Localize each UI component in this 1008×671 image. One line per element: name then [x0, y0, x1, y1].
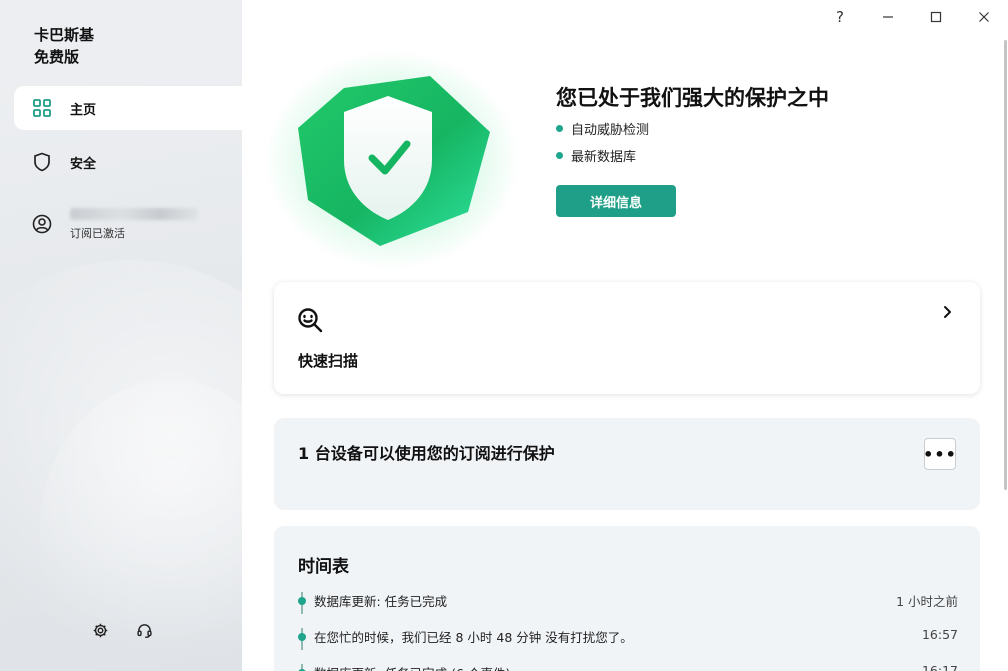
scrollbar[interactable] [1004, 40, 1007, 490]
help-button[interactable]: ? [816, 0, 864, 34]
brand-header: 卡巴斯基 免费版 [0, 0, 242, 84]
timeline-dot-icon [298, 633, 306, 641]
shield-icon [32, 152, 52, 172]
subscription-status: 订阅已激活 [70, 226, 125, 240]
feature-label: 自动威胁检测 [571, 123, 650, 138]
brand-name: 卡巴斯基 [34, 26, 95, 44]
sidebar-item-security[interactable]: 安全 [14, 140, 242, 184]
event-text: 在您忙的时候，我们已经 8 小时 48 分钟 没有打扰您了。 [314, 630, 633, 645]
sidebar: 卡巴斯基 免费版 主页 安全 订阅已激活 [0, 0, 242, 671]
event-text: 数据库更新: 任务已完成 (6 个事件) [314, 663, 510, 671]
timeline-item[interactable]: 数据库更新: 任务已完成 1 小时之前 [298, 590, 958, 626]
more-options-button[interactable]: ••• [923, 438, 956, 470]
protection-features: 自动威胁检测 最新数据库 [556, 120, 649, 174]
protection-status-title: 您已处于我们强大的保护之中 [556, 86, 829, 110]
event-time: 1 小时之前 [896, 594, 958, 609]
status-dot-icon [556, 152, 563, 159]
schedule-title: 时间表 [298, 557, 349, 577]
brand-edition: 免费版 [34, 48, 80, 66]
event-time: 16:57 [921, 627, 958, 642]
devices-card: 1 台设备可以使用您的订阅进行保护 ••• [274, 418, 980, 510]
protection-shield-icon [262, 40, 532, 270]
sidebar-item-label: 主页 [70, 102, 97, 118]
quick-scan-label: 快速扫描 [298, 352, 359, 370]
feature-item: 自动威胁检测 [556, 120, 650, 138]
timeline-dot-icon [298, 597, 306, 605]
feature-label: 最新数据库 [571, 150, 637, 165]
sidebar-item-label: 安全 [70, 156, 97, 172]
close-button[interactable] [960, 0, 1008, 34]
event-text: 数据库更新: 任务已完成 [314, 594, 448, 609]
quick-scan-card[interactable]: 快速扫描 [274, 282, 980, 394]
maximize-button[interactable] [912, 0, 960, 34]
dashboard-icon [32, 98, 52, 118]
status-dot-icon [556, 125, 563, 132]
feature-item: 最新数据库 [556, 147, 649, 165]
sidebar-footer [90, 620, 154, 640]
devices-title: 1 台设备可以使用您的订阅进行保护 [298, 444, 555, 463]
schedule-card: 时间表 数据库更新: 任务已完成 1 小时之前 在您忙的时候，我们已经 8 小时… [274, 526, 980, 671]
schedule-timeline: 数据库更新: 任务已完成 1 小时之前 在您忙的时候，我们已经 8 小时 48 … [298, 590, 958, 671]
account-name-redacted [70, 207, 198, 220]
timeline-item[interactable]: 在您忙的时候，我们已经 8 小时 48 分钟 没有打扰您了。 16:57 [298, 626, 958, 662]
timeline-item[interactable]: 数据库更新: 任务已完成 (6 个事件) 16:17 [298, 662, 958, 671]
chevron-right-icon[interactable] [942, 304, 954, 318]
gear-icon[interactable] [90, 620, 110, 640]
window-controls: ? [816, 0, 1008, 34]
event-time: 16:17 [921, 663, 958, 671]
details-button[interactable]: 详细信息 [556, 185, 676, 217]
sidebar-item-home[interactable]: 主页 [14, 86, 242, 130]
minimize-button[interactable] [864, 0, 912, 34]
user-icon [32, 214, 52, 234]
headset-icon[interactable] [134, 620, 154, 640]
scan-magnifier-icon [296, 306, 324, 334]
sidebar-item-account[interactable]: 订阅已激活 [14, 202, 242, 246]
